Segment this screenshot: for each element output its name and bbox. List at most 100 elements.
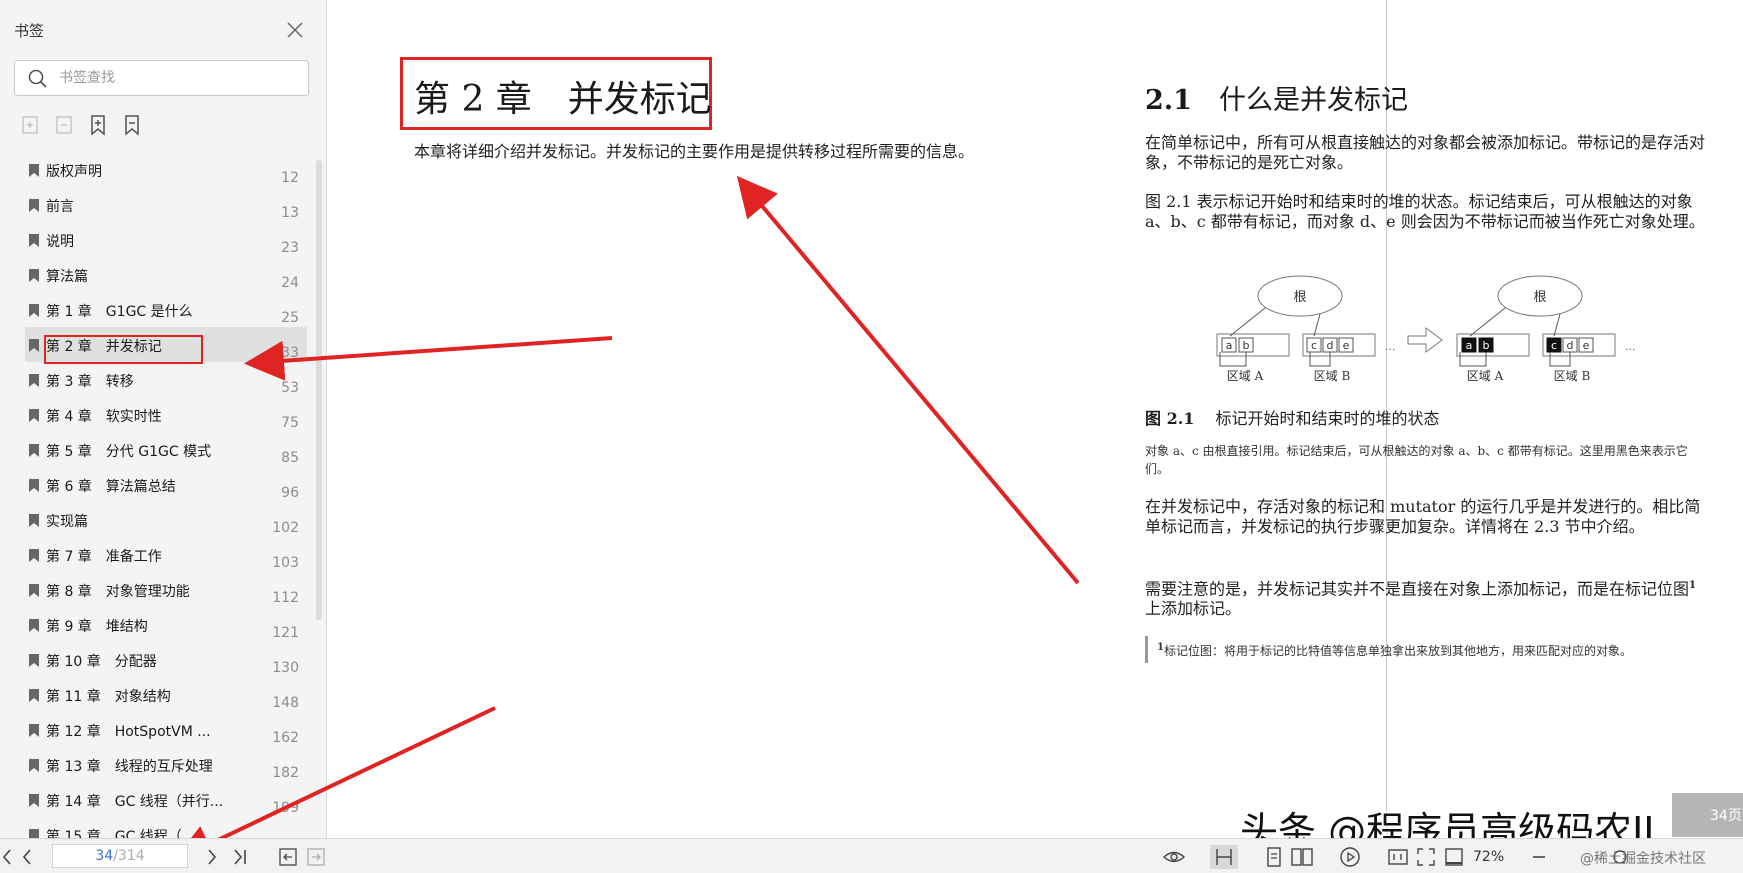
bookmark-item[interactable]: 第 2 章 并发标记 33 (25, 327, 307, 362)
actual-size-icon[interactable] (1386, 845, 1410, 869)
bookmark-label: 第 3 章 转移 (46, 374, 134, 390)
paragraph: 需要注意的是，并发标记其实并不是直接在对象上添加标记，而是在标记位图1上添加标记… (1145, 579, 1696, 619)
last-page-icon[interactable] (228, 845, 252, 869)
bookmark-item[interactable]: 第 9 章 堆结构 121 (25, 607, 307, 642)
bookmark-sidebar: 书签 版权声明12前言13说明23算法篇24第 1 章 G1GC 是什么25第 … (0, 0, 327, 838)
bookmark-search-input[interactable] (59, 61, 299, 95)
back-icon[interactable] (276, 845, 300, 869)
bookmark-item[interactable]: 第 14 章 GC 线程（并行... 199 (25, 782, 307, 817)
expand-all-icon[interactable] (18, 113, 42, 137)
bookmark-item[interactable]: 第 15 章 GC 线程（... (25, 817, 307, 838)
bookmark-icon (28, 303, 40, 318)
collapse-all-icon[interactable] (52, 113, 76, 137)
root-label-left: 根 (1293, 290, 1306, 305)
bookmark-icon (28, 408, 40, 423)
sidebar-title: 书签 (14, 22, 45, 40)
bookmark-item[interactable]: 第 12 章 HotSpotVM ... 162 (25, 712, 307, 747)
svg-text:区域 A: 区域 A (1227, 369, 1264, 383)
fit-width-icon[interactable] (1442, 845, 1466, 869)
paragraph: 图 2.1 表示标记开始时和结束时的堆的状态。标记结束后，可从根触达的对象 a、… (1145, 192, 1705, 231)
bookmark-label: 第 6 章 算法篇总结 (46, 479, 176, 495)
bookmark-page-number: 33 (281, 345, 299, 361)
svg-text:d: d (1567, 339, 1574, 352)
document-view-icon[interactable] (1262, 845, 1286, 869)
cell-b: b (1243, 339, 1250, 352)
watermark-small: @稀土掘金技术社区 (1580, 851, 1706, 867)
bookmark-item[interactable]: 第 10 章 分配器 130 (25, 642, 307, 677)
heap-state-figure: 根 a b c d e ... 区域 A 区域 B 根 a b c d e ..… (1216, 275, 1636, 383)
next-page-icon[interactable] (200, 845, 224, 869)
bookmark-label: 第 12 章 HotSpotVM ... (46, 724, 211, 740)
cell-a: a (1226, 339, 1233, 352)
bookmark-page-number: 121 (272, 625, 299, 641)
bookmark-page-number: 162 (272, 730, 299, 746)
root-label-right: 根 (1533, 290, 1546, 305)
bookmark-icon (28, 198, 40, 213)
bookmark-icon (28, 268, 40, 283)
zoom-level[interactable]: 72% (1473, 849, 1504, 865)
page-number-input[interactable]: 34/314 (52, 844, 188, 868)
bookmark-page-number: 182 (272, 765, 299, 781)
play-icon[interactable] (1338, 845, 1362, 869)
eye-icon[interactable] (1162, 845, 1186, 869)
bookmark-page-number: 199 (272, 800, 299, 816)
bookmark-label: 前言 (46, 199, 74, 215)
bookmark-item[interactable]: 第 5 章 分代 G1GC 模式 85 (25, 432, 307, 467)
bookmark-item[interactable]: 第 13 章 线程的互斥处理 182 (25, 747, 307, 782)
bookmark-item[interactable]: 第 11 章 对象结构 148 (25, 677, 307, 712)
close-icon[interactable] (283, 18, 307, 42)
bookmark-icon (28, 163, 40, 178)
zoom-out-icon[interactable] (1527, 845, 1551, 869)
bookmark-icon (28, 618, 40, 633)
bookmark-item[interactable]: 说明 23 (25, 222, 307, 257)
bookmark-page-number: 75 (281, 415, 299, 431)
bookmark-label: 第 5 章 分代 G1GC 模式 (46, 444, 212, 460)
bookmark-item[interactable]: 版权声明 12 (25, 152, 307, 187)
search-icon (27, 68, 49, 90)
bookmark-page-number: 24 (281, 275, 299, 291)
two-page-view-icon[interactable] (1290, 845, 1314, 869)
fit-page-icon[interactable] (1414, 845, 1438, 869)
bookmark-label: 算法篇 (46, 269, 88, 285)
bookmark-icon (28, 758, 40, 773)
prev-page-icon[interactable] (16, 845, 40, 869)
forward-icon[interactable] (304, 845, 328, 869)
bookmark-icon (28, 723, 40, 738)
svg-text:b: b (1483, 339, 1490, 352)
section-heading: 2.1 什么是并发标记 (1145, 78, 1408, 117)
bookmark-item[interactable]: 实现篇 102 (25, 502, 307, 537)
bookmark-item[interactable]: 第 3 章 转移 53 (25, 362, 307, 397)
bookmark-item[interactable]: 第 7 章 准备工作 103 (25, 537, 307, 572)
section-title: 什么是并发标记 (1218, 85, 1408, 116)
cell-e: e (1343, 339, 1350, 352)
bookmark-page-number: 85 (281, 450, 299, 466)
bookmark-icon[interactable] (120, 113, 144, 137)
bookmark-label: 第 8 章 对象管理功能 (46, 584, 190, 600)
add-bookmark-icon[interactable] (86, 113, 110, 137)
bookmark-item[interactable]: 第 4 章 软实时性 75 (25, 397, 307, 432)
bookmark-icon (28, 478, 40, 493)
bookmark-item[interactable]: 前言 13 (25, 187, 307, 222)
bookmark-icon (28, 338, 40, 353)
svg-text:区域 A: 区域 A (1467, 369, 1504, 383)
svg-text:e: e (1583, 339, 1590, 352)
bookmark-page-number: 96 (281, 485, 299, 501)
bookmark-label: 第 1 章 G1GC 是什么 (46, 304, 193, 320)
bookmark-label: 第 7 章 准备工作 (46, 549, 162, 565)
single-page-view-icon[interactable] (1210, 845, 1238, 869)
bookmark-item[interactable]: 算法篇 24 (25, 257, 307, 292)
bookmark-item[interactable]: 第 6 章 算法篇总结 96 (25, 467, 307, 502)
bookmark-page-number: 25 (281, 310, 299, 326)
bookmark-item[interactable]: 第 8 章 对象管理功能 112 (25, 572, 307, 607)
sidebar-scrollbar[interactable] (316, 160, 322, 620)
bookmark-icon (28, 443, 40, 458)
figure-caption: 图 2.1 标记开始时和结束时的堆的状态 (1145, 409, 1440, 428)
chapter-intro: 本章将详细介绍并发标记。并发标记的主要作用是提供转移过程所需要的信息。 (414, 142, 975, 161)
bookmark-page-number: 53 (281, 380, 299, 396)
bookmark-search-box (14, 60, 309, 96)
paragraph: 在简单标记中，所有可从根直接触达的对象都会被添加标记。带标记的是存活对象，不带标… (1145, 133, 1706, 172)
bookmark-item[interactable]: 第 1 章 G1GC 是什么 25 (25, 292, 307, 327)
bookmark-page-number: 148 (272, 695, 299, 711)
bookmark-icon (28, 373, 40, 388)
bookmark-icon (28, 828, 40, 838)
